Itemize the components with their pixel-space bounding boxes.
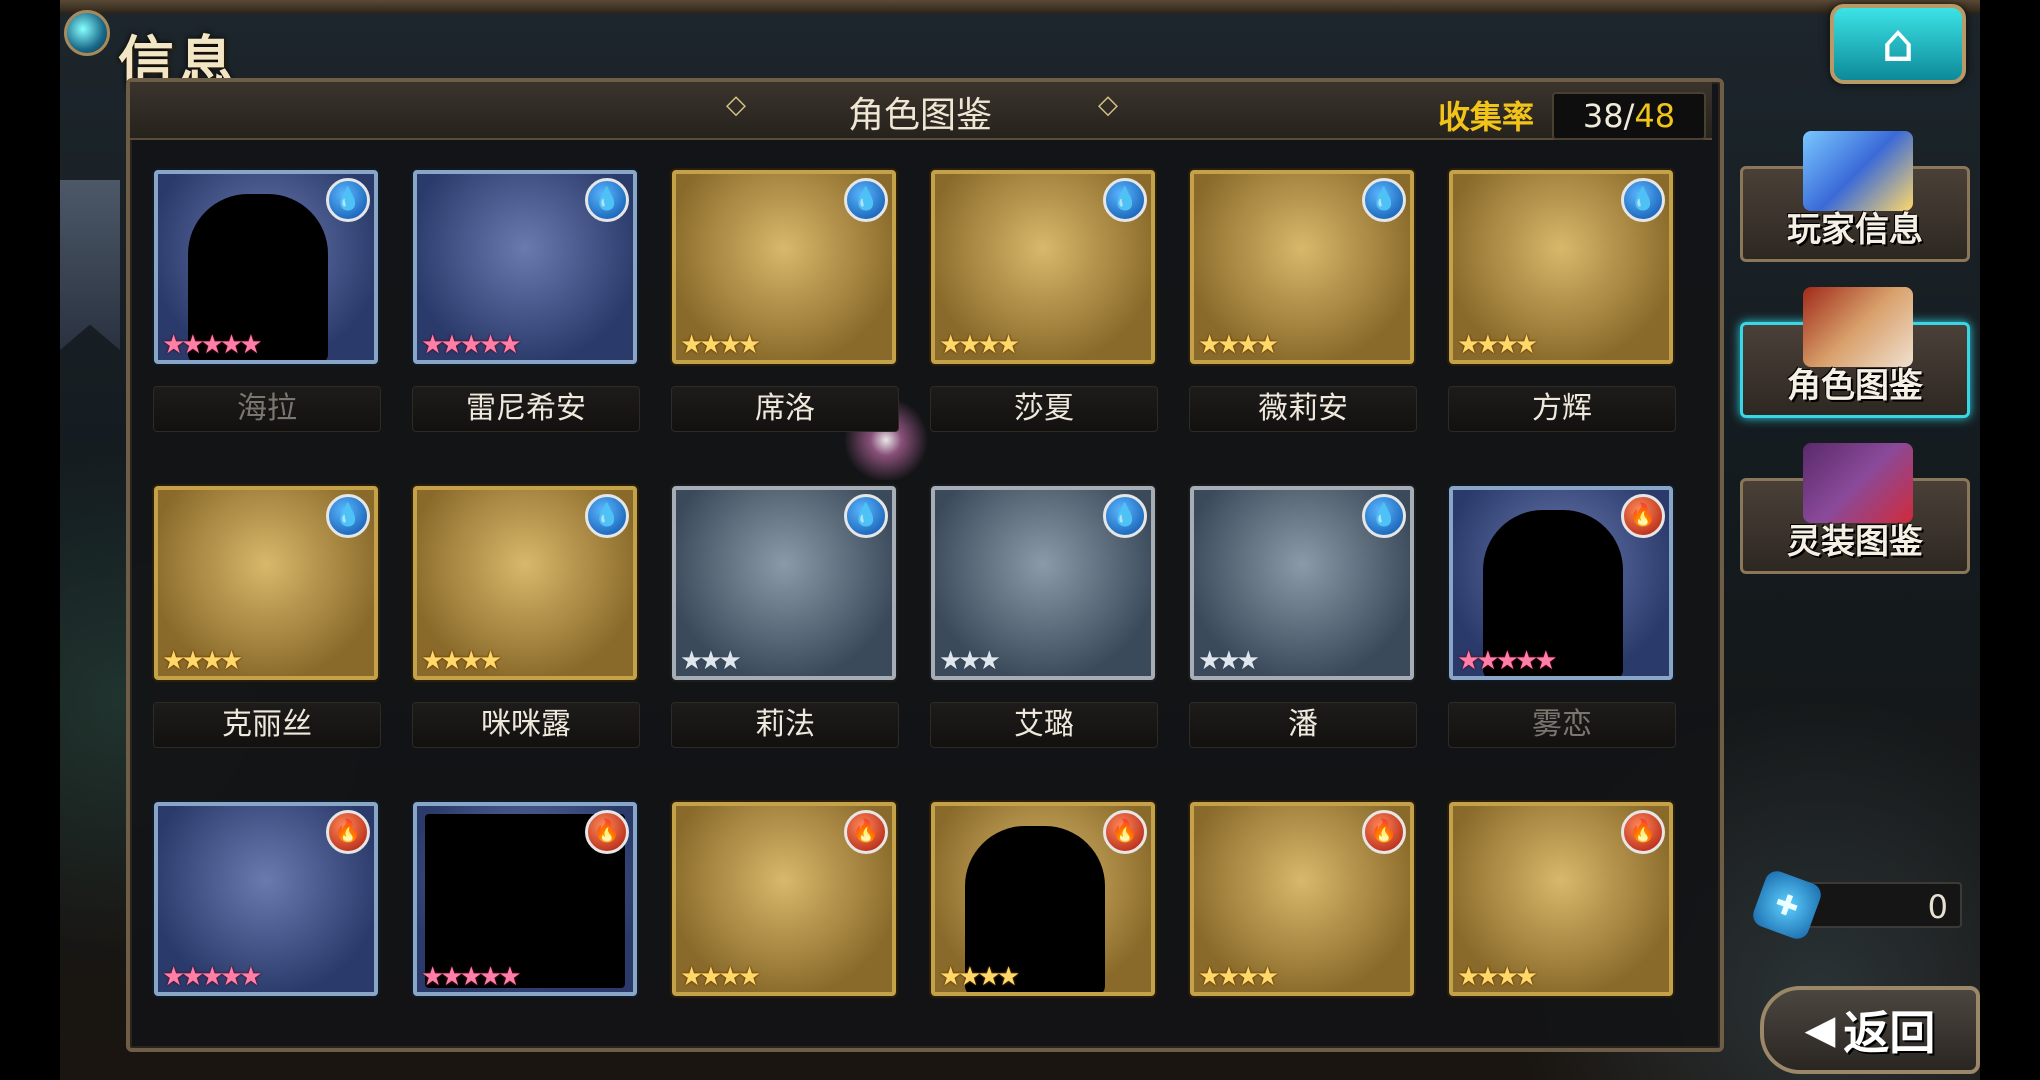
- rarity-stars: ★★★★★: [421, 330, 522, 360]
- rarity-stars: ★★★: [680, 646, 742, 676]
- rarity-stars: ★★★: [939, 646, 1001, 676]
- rarity-stars: ★★★★: [1198, 962, 1279, 992]
- rarity-stars: ★★★★: [939, 962, 1020, 992]
- character-card[interactable]: 💧 ★★★: [672, 486, 896, 680]
- player-info-label: 玩家信息: [1787, 210, 1923, 250]
- character-card[interactable]: 🔥 ★★★★★: [154, 802, 378, 996]
- water-drop-icon: 💧: [585, 494, 629, 538]
- character-name: 雷尼希安: [412, 386, 640, 432]
- rarity-stars: ★★★★: [1457, 962, 1538, 992]
- water-drop-icon: 💧: [1362, 178, 1406, 222]
- character-card[interactable]: 🔥 ★★★★: [1190, 802, 1414, 996]
- rarity-stars: ★★★★★: [421, 962, 522, 992]
- diamond-ornament-icon: ◇: [1098, 90, 1118, 120]
- fire-icon: 🔥: [1621, 494, 1665, 538]
- character-name: 莉法: [671, 702, 899, 748]
- water-drop-icon: 💧: [1103, 178, 1147, 222]
- character-name: 方辉: [1448, 386, 1676, 432]
- rarity-stars: ★★★★: [1457, 330, 1538, 360]
- rarity-stars: ★★★★: [421, 646, 502, 676]
- collection-separator: /: [1623, 97, 1635, 135]
- rarity-stars: ★★★★★: [162, 962, 263, 992]
- fire-icon: 🔥: [1362, 810, 1406, 854]
- character-name: 雾恋: [1448, 702, 1676, 748]
- rarity-stars: ★★★★: [680, 330, 761, 360]
- rarity-stars: ★★★★: [1198, 330, 1279, 360]
- character-card[interactable]: 💧 ★★★★: [1190, 170, 1414, 364]
- character-card[interactable]: 💧 ★★★★★: [413, 170, 637, 364]
- character-card[interactable]: 💧 ★★★★: [1449, 170, 1673, 364]
- water-drop-icon: 💧: [585, 178, 629, 222]
- orb-ornament-icon: [64, 10, 110, 56]
- rarity-stars: ★★★★★: [162, 330, 263, 360]
- home-button[interactable]: ⌂: [1830, 4, 1966, 84]
- water-drop-icon: 💧: [326, 178, 370, 222]
- water-drop-icon: 💧: [844, 178, 888, 222]
- character-card[interactable]: 🔥 ★★★★: [1449, 802, 1673, 996]
- water-drop-icon: 💧: [844, 494, 888, 538]
- letterbox-right: [1980, 0, 2040, 1080]
- character-card[interactable]: 🔥 ★★★★★: [1449, 486, 1673, 680]
- collection-rate-label: 收集率: [1438, 98, 1535, 136]
- fire-icon: 🔥: [1103, 810, 1147, 854]
- water-drop-icon: 💧: [1362, 494, 1406, 538]
- character-name: 艾璐: [930, 702, 1158, 748]
- character-card[interactable]: 🔥 ★★★★★: [413, 802, 637, 996]
- character-card[interactable]: 🔥 ★★★★: [672, 802, 896, 996]
- rarity-stars: ★★★★: [680, 962, 761, 992]
- back-arrow-icon: ◀: [1804, 1007, 1836, 1053]
- character-card[interactable]: 💧 ★★★: [931, 486, 1155, 680]
- fire-icon: 🔥: [1621, 810, 1665, 854]
- rarity-stars: ★★★★: [162, 646, 243, 676]
- character-card[interactable]: 💧 ★★★★: [672, 170, 896, 364]
- player-info-button[interactable]: 玩家信息: [1740, 131, 1970, 262]
- wall-banner: [60, 180, 120, 350]
- character-name: 席洛: [671, 386, 899, 432]
- character-name: 海拉: [153, 386, 381, 432]
- character-card[interactable]: 🔥 ★★★★: [931, 802, 1155, 996]
- character-card[interactable]: 💧 ★★★★: [154, 486, 378, 680]
- character-name: 潘: [1189, 702, 1417, 748]
- character-name: 咪咪露: [412, 702, 640, 748]
- equipment-codex-label: 灵装图鉴: [1787, 522, 1923, 562]
- home-icon: ⌂: [1881, 14, 1915, 74]
- equipment-book-icon: [1803, 443, 1913, 523]
- character-name: 薇莉安: [1189, 386, 1417, 432]
- equipment-codex-button[interactable]: 灵装图鉴: [1740, 443, 1970, 574]
- character-card[interactable]: 💧 ★★★★: [413, 486, 637, 680]
- fire-icon: 🔥: [326, 810, 370, 854]
- character-codex-label: 角色图鉴: [1787, 366, 1923, 406]
- character-book-icon: [1803, 287, 1913, 367]
- character-codex-button[interactable]: 角色图鉴: [1740, 287, 1970, 418]
- character-card[interactable]: 💧 ★★★★: [931, 170, 1155, 364]
- fire-icon: 🔥: [844, 810, 888, 854]
- collection-total: 48: [1634, 97, 1676, 135]
- top-frame: [60, 0, 1980, 14]
- character-name: 克丽丝: [153, 702, 381, 748]
- water-drop-icon: 💧: [326, 494, 370, 538]
- diamond-ornament-icon: ◇: [726, 90, 746, 120]
- back-label: 返回: [1843, 1006, 1936, 1060]
- water-drop-icon: 💧: [1103, 494, 1147, 538]
- water-drop-icon: 💧: [1621, 178, 1665, 222]
- back-button[interactable]: ◀ 返回: [1760, 986, 1980, 1074]
- collection-rate-value: 38/48: [1552, 92, 1706, 140]
- letterbox-left: [0, 0, 60, 1080]
- character-name: 莎夏: [930, 386, 1158, 432]
- character-card[interactable]: 💧 ★★★: [1190, 486, 1414, 680]
- fire-icon: 🔥: [585, 810, 629, 854]
- character-card[interactable]: 💧 ★★★★★: [154, 170, 378, 364]
- player-card-icon: [1803, 131, 1913, 211]
- rarity-stars: ★★★★: [939, 330, 1020, 360]
- collection-current: 38: [1582, 97, 1624, 135]
- panel-title: 角色图鉴: [847, 95, 992, 136]
- rarity-stars: ★★★★★: [1457, 646, 1558, 676]
- rarity-stars: ★★★: [1198, 646, 1260, 676]
